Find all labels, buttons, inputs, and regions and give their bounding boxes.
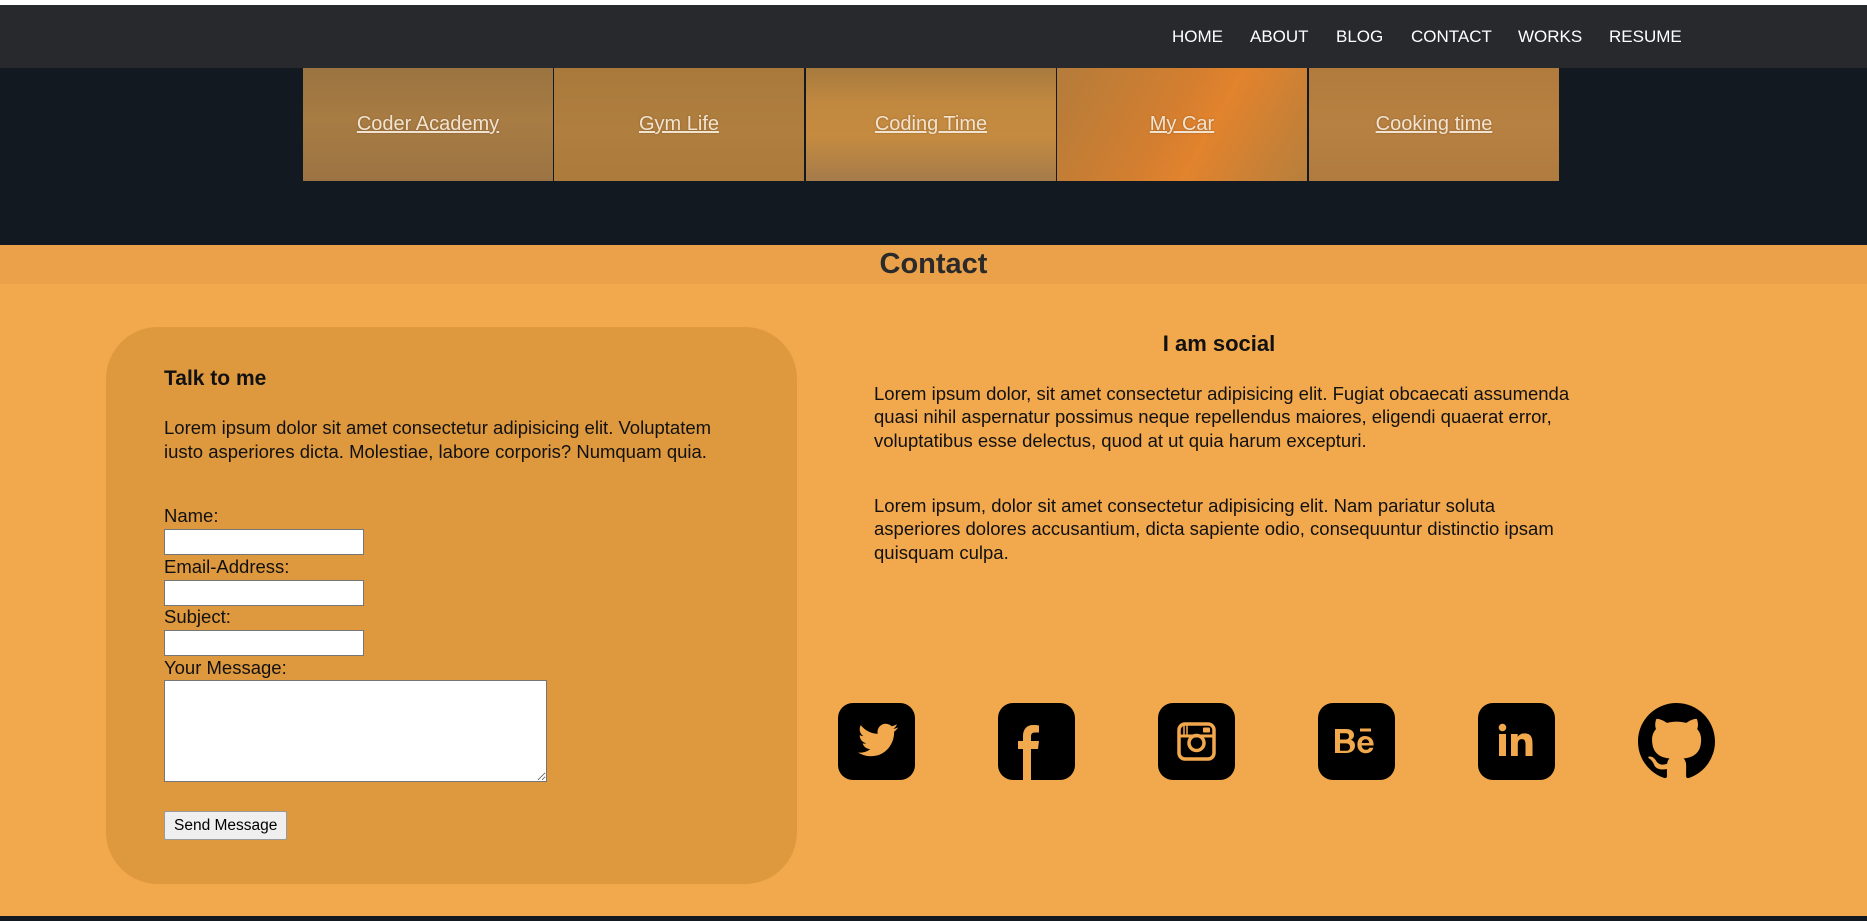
subject-field[interactable] [164, 630, 364, 656]
message-label: Your Message: [164, 657, 287, 678]
nav-link-works[interactable]: WORKS [1518, 5, 1582, 68]
gallery-tile-cooking-time[interactable]: Cooking time [1309, 68, 1559, 181]
top-navbar: HOME ABOUT BLOG CONTACT WORKS RESUME [0, 5, 1867, 68]
nav-link-home[interactable]: HOME [1172, 5, 1223, 68]
contact-form: Talk to me Lorem ipsum dolor sit amet co… [106, 327, 797, 884]
gallery-tile-my-car[interactable]: My Car [1057, 68, 1307, 181]
twitter-icon[interactable] [838, 703, 915, 780]
subject-label: Subject: [164, 606, 231, 627]
behance-icon[interactable] [1318, 703, 1395, 780]
social-heading: I am social [1162, 331, 1276, 356]
footer-strip [0, 916, 1867, 921]
gallery-tile-coder-academy[interactable]: Coder Academy [303, 68, 553, 181]
tile-label: Coder Academy [356, 113, 500, 135]
nav-link-resume[interactable]: RESUME [1609, 5, 1682, 68]
github-icon[interactable] [1638, 703, 1715, 780]
message-textarea[interactable] [164, 680, 547, 782]
email-label: Email-Address: [164, 556, 290, 577]
gallery-tile-gym-life[interactable]: Gym Life [554, 68, 804, 181]
tile-label: My Car [1149, 113, 1215, 135]
gallery-tile-coding-time[interactable]: Coding Time [806, 68, 1056, 181]
nav-link-contact[interactable]: CONTACT [1411, 5, 1492, 68]
tile-label: Cooking time [1375, 113, 1493, 135]
email-field[interactable] [164, 580, 364, 606]
name-field[interactable] [164, 529, 364, 555]
tile-label: Gym Life [638, 113, 720, 135]
tile-label: Coding Time [874, 113, 988, 135]
form-intro: Lorem ipsum dolor sit amet consectetur a… [164, 417, 712, 462]
send-message-button[interactable]: Send Message [164, 811, 288, 840]
social-paragraph-1: Lorem ipsum dolor, sit amet consectetur … [874, 383, 1570, 451]
instagram-icon[interactable] [1158, 703, 1235, 780]
social-paragraph-2: Lorem ipsum, dolor sit amet consectetur … [874, 495, 1554, 563]
name-label: Name: [164, 505, 219, 526]
section-title: Contact [879, 248, 988, 280]
linkedin-icon[interactable] [1478, 703, 1555, 780]
contact-header: Contact [0, 245, 1867, 284]
nav-link-blog[interactable]: BLOG [1336, 5, 1383, 68]
form-heading: Talk to me [164, 367, 267, 390]
facebook-icon[interactable] [998, 703, 1075, 780]
nav-link-about[interactable]: ABOUT [1250, 5, 1309, 68]
